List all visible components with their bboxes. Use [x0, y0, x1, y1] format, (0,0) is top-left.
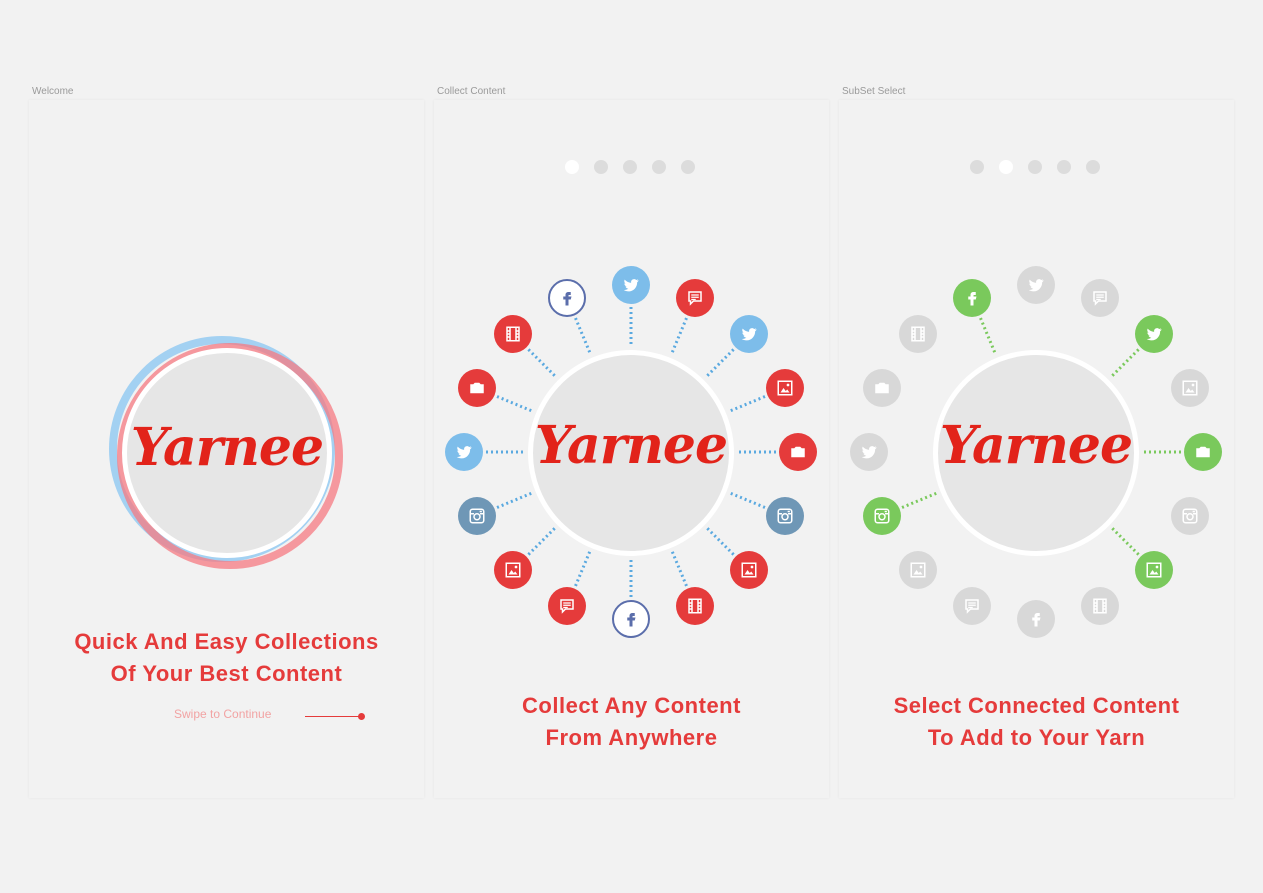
connector-line [706, 527, 735, 556]
message-icon[interactable] [1080, 278, 1119, 317]
collect-headline: Collect Any Content From Anywhere [434, 690, 829, 754]
photo-icon[interactable] [898, 551, 937, 590]
connector-line [706, 348, 735, 377]
twitter-icon[interactable] [445, 433, 483, 471]
logo-hub: Yarnee [122, 348, 332, 558]
camera-icon[interactable] [862, 369, 901, 408]
welcome-headline-line2: Of Your Best Content [110, 661, 343, 686]
swipe-handle[interactable] [358, 713, 365, 720]
connector-line [670, 551, 688, 587]
welcome-headline: Quick And Easy Collections Of Your Best … [29, 626, 424, 690]
welcome-screen: Yarnee Quick And Easy Collections Of You… [29, 100, 424, 798]
collect-headline-line2: From Anywhere [545, 725, 718, 750]
artboard-label-collect: Collect Content [437, 86, 506, 97]
yarnee-logo: Yarnee [939, 415, 1133, 476]
collect-hub: Yarnee [528, 350, 734, 556]
film-icon[interactable] [898, 314, 937, 353]
artboard-label-welcome: Welcome [32, 86, 74, 97]
connector-line [527, 348, 556, 377]
connector-line [496, 395, 532, 413]
instagram-icon[interactable] [1171, 496, 1210, 535]
yarnee-logo: Yarnee [130, 417, 324, 478]
photo-icon[interactable] [493, 551, 532, 590]
welcome-headline-line1: Quick And Easy Collections [74, 629, 379, 654]
camera-icon[interactable] [457, 369, 496, 408]
connector-line [574, 551, 592, 587]
connector-line [574, 317, 592, 353]
connector-line [496, 491, 532, 509]
connector-line [1111, 348, 1140, 377]
swipe-line [305, 716, 361, 717]
connector-line [730, 491, 766, 509]
connector-line [527, 527, 556, 556]
instagram-icon[interactable] [457, 496, 496, 535]
swipe-to-continue[interactable]: Swipe to Continue [174, 707, 271, 721]
artboard-label-subset: SubSet Select [842, 86, 906, 97]
twitter-icon[interactable] [850, 433, 888, 471]
camera-icon[interactable] [779, 433, 817, 471]
connector-line [730, 395, 766, 413]
twitter-icon[interactable] [612, 266, 650, 304]
subset-headline-line2: To Add to Your Yarn [927, 725, 1146, 750]
film-icon[interactable] [675, 587, 714, 626]
collect-headline-line1: Collect Any Content [522, 693, 741, 718]
film-icon[interactable] [493, 314, 532, 353]
twitter-icon[interactable] [1017, 266, 1055, 304]
twitter-icon[interactable] [730, 314, 769, 353]
instagram-icon[interactable] [862, 496, 901, 535]
camera-icon[interactable] [1184, 433, 1222, 471]
photo-icon[interactable] [730, 551, 769, 590]
subset-hub: Yarnee [933, 350, 1139, 556]
connector-line [670, 317, 688, 353]
subset-headline-line1: Select Connected Content [893, 693, 1180, 718]
photo-icon[interactable] [1135, 551, 1174, 590]
yarnee-logo: Yarnee [534, 415, 728, 476]
facebook-icon[interactable] [548, 278, 587, 317]
connector-line [979, 317, 997, 353]
twitter-icon[interactable] [1135, 314, 1174, 353]
subset-screen: Yarnee Select Connected Content To Add t… [839, 100, 1234, 798]
facebook-icon[interactable] [612, 600, 650, 638]
connector-line [901, 491, 937, 509]
message-icon[interactable] [675, 278, 714, 317]
connector-line [1111, 527, 1140, 556]
instagram-icon[interactable] [766, 496, 805, 535]
facebook-icon[interactable] [953, 278, 992, 317]
collect-screen: Yarnee Collect Any Content From Anywhere [434, 100, 829, 798]
film-icon[interactable] [1080, 587, 1119, 626]
facebook-icon[interactable] [1017, 600, 1055, 638]
subset-headline: Select Connected Content To Add to Your … [839, 690, 1234, 754]
